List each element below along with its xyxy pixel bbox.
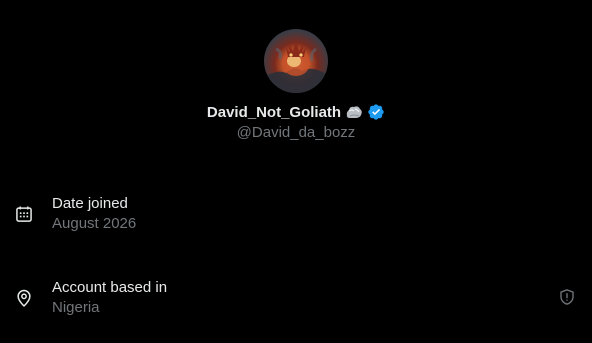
profile-header: David_Not_Goliath @David_da_bozz [0,29,592,141]
calendar-icon [14,204,34,224]
date-joined-row: Date joined August 2026 [0,195,592,239]
account-based-in-row: Account based in Nigeria [0,279,592,323]
rock-emoji-icon [345,104,363,120]
username-handle: @David_da_bozz [236,124,356,141]
date-joined-value: August 2026 [52,215,137,232]
display-name: David_Not_Goliath [206,103,342,121]
shield-alert-icon[interactable] [558,288,576,306]
location-pin-icon [14,288,34,308]
avatar-image [264,41,328,93]
about-account-page: David_Not_Goliath @David_da_bozz Date jo… [0,0,592,343]
avatar[interactable] [264,29,328,93]
account-based-in-label: Account based in [52,279,168,296]
verified-badge-icon[interactable] [367,103,385,121]
display-name-row: David_Not_Goliath [207,102,385,122]
account-based-in-value: Nigeria [52,299,100,316]
date-joined-label: Date joined [52,195,128,212]
